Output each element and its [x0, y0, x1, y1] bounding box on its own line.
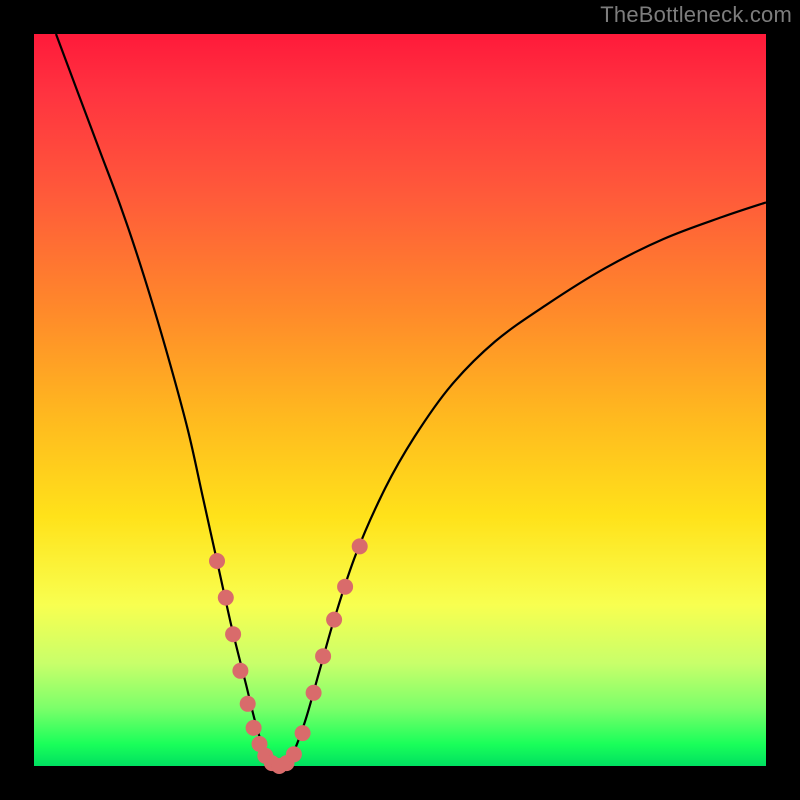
- marker-dot: [286, 746, 302, 762]
- plot-area: [34, 34, 766, 766]
- marker-dot: [315, 648, 331, 664]
- bottleneck-curve: [56, 34, 766, 766]
- marker-dot: [232, 663, 248, 679]
- marker-dot: [337, 579, 353, 595]
- marker-dot: [218, 590, 234, 606]
- chart-frame: TheBottleneck.com: [0, 0, 800, 800]
- marker-dot: [326, 612, 342, 628]
- marker-dot: [209, 553, 225, 569]
- marker-dot: [306, 685, 322, 701]
- marker-dot: [246, 720, 262, 736]
- marker-dot: [225, 626, 241, 642]
- marker-dot: [295, 725, 311, 741]
- marker-dot: [352, 538, 368, 554]
- watermark-text: TheBottleneck.com: [600, 2, 792, 28]
- highlight-markers: [209, 538, 368, 774]
- chart-svg: [34, 34, 766, 766]
- marker-dot: [240, 696, 256, 712]
